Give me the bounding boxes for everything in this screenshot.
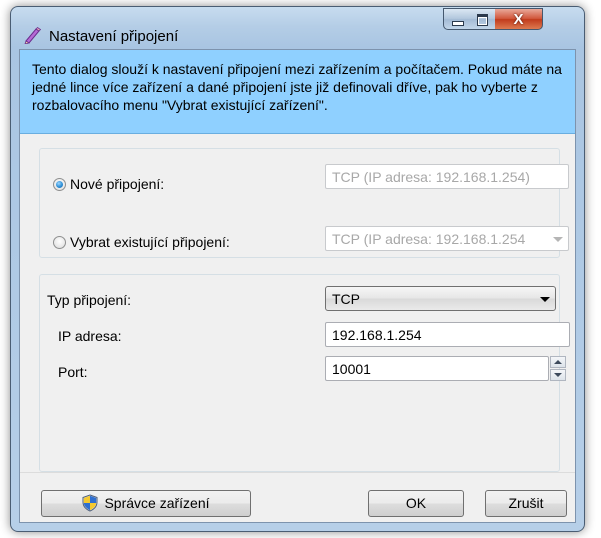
ok-button[interactable]: OK bbox=[368, 490, 464, 517]
minimize-button[interactable] bbox=[443, 8, 470, 30]
device-manager-button[interactable]: Správce zařízení bbox=[41, 490, 251, 517]
dialog-window: Nastavení připojení X Tento dialog slouž… bbox=[10, 6, 585, 532]
ip-address-input[interactable]: 192.168.1.254 bbox=[325, 322, 570, 347]
port-value: 10001 bbox=[332, 361, 371, 377]
dialog-client-area: Tento dialog slouží k nastavení připojen… bbox=[19, 49, 576, 523]
chevron-down-icon bbox=[540, 297, 550, 302]
info-text: Tento dialog slouží k nastavení připojen… bbox=[32, 61, 562, 113]
connection-type-value: TCP bbox=[332, 291, 360, 307]
existing-connection-label[interactable]: Vybrat existující připojení: bbox=[70, 234, 230, 250]
port-stepper[interactable] bbox=[550, 356, 566, 381]
cancel-button[interactable]: Zrušit bbox=[485, 490, 567, 517]
device-manager-label: Správce zařízení bbox=[104, 495, 210, 511]
existing-connection-radio[interactable] bbox=[53, 236, 66, 249]
ok-label: OK bbox=[405, 495, 427, 511]
stepper-down-icon[interactable] bbox=[550, 369, 566, 381]
existing-connection-dropdown[interactable]: TCP (IP adresa: 192.168.1.254 bbox=[325, 226, 569, 251]
connection-type-label: Typ připojení: bbox=[47, 292, 132, 308]
new-connection-field: TCP (IP adresa: 192.168.1.254) bbox=[325, 164, 569, 189]
title-bar[interactable]: Nastavení připojení X bbox=[11, 7, 584, 49]
close-icon: X bbox=[513, 11, 524, 28]
window-title: Nastavení připojení bbox=[49, 28, 179, 45]
existing-connection-value: TCP (IP adresa: 192.168.1.254 bbox=[332, 231, 526, 247]
new-connection-value: TCP (IP adresa: 192.168.1.254) bbox=[332, 169, 530, 185]
maximize-icon bbox=[477, 14, 488, 26]
uac-shield-icon bbox=[82, 494, 98, 512]
connection-type-dropdown[interactable]: TCP bbox=[325, 286, 556, 311]
new-connection-label[interactable]: Nové připojení: bbox=[70, 176, 164, 192]
cancel-label: Zrušit bbox=[508, 495, 544, 511]
new-connection-radio[interactable] bbox=[53, 178, 66, 191]
port-input[interactable]: 10001 bbox=[325, 356, 549, 381]
stepper-up-icon[interactable] bbox=[550, 356, 566, 368]
button-separator bbox=[20, 472, 575, 473]
port-label: Port: bbox=[58, 364, 88, 380]
ip-address-label: IP adresa: bbox=[58, 328, 122, 344]
ip-address-value: 192.168.1.254 bbox=[332, 327, 422, 343]
maximize-button[interactable] bbox=[469, 8, 496, 30]
minimize-icon bbox=[452, 21, 464, 26]
info-banner: Tento dialog slouží k nastavení připojen… bbox=[20, 50, 575, 134]
chevron-down-icon bbox=[553, 237, 563, 242]
pen-icon bbox=[24, 26, 41, 44]
close-button[interactable]: X bbox=[495, 8, 543, 30]
